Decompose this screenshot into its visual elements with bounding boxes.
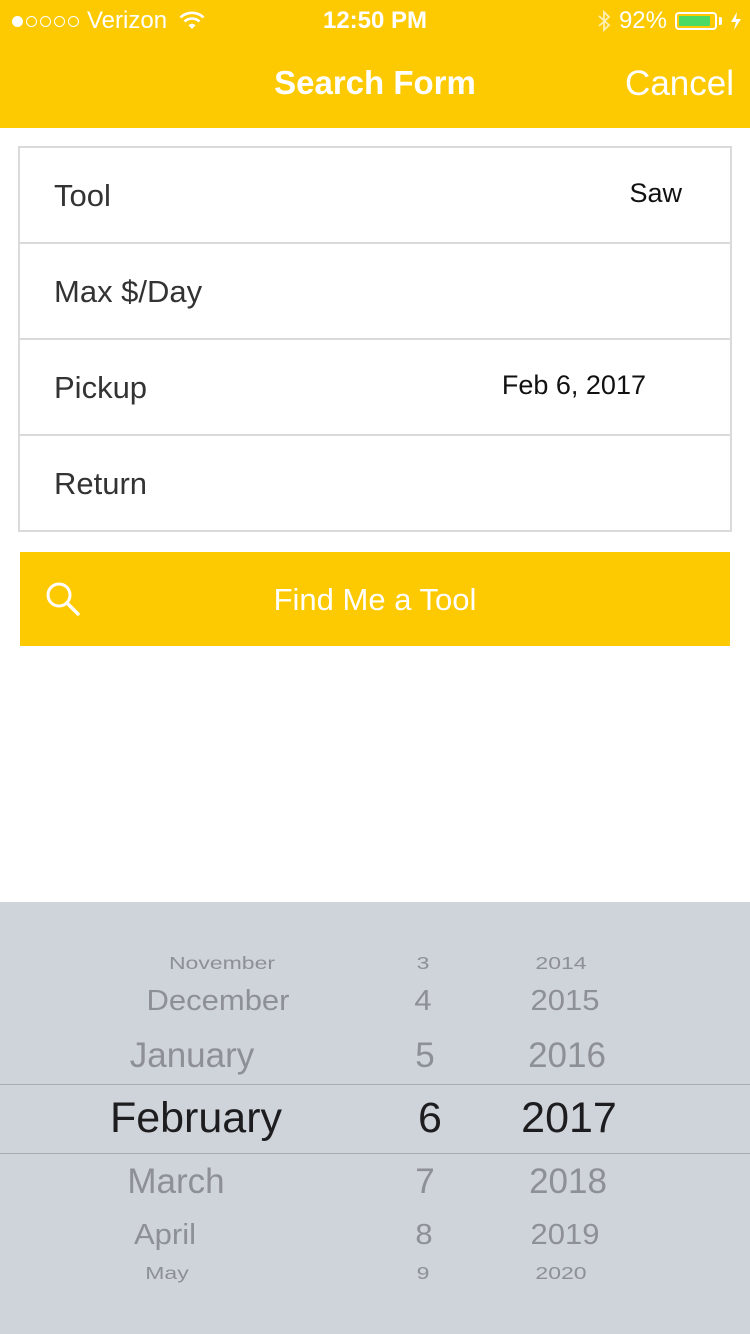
form-row-return[interactable]: Return bbox=[20, 436, 730, 532]
picker-year-item[interactable]: 2015 bbox=[531, 985, 600, 1018]
search-form: Tool Saw Max $/Day Pickup Feb 6, 2017 Re… bbox=[18, 146, 732, 532]
tool-label: Tool bbox=[54, 178, 111, 213]
battery-fill bbox=[679, 16, 710, 26]
charging-icon bbox=[731, 12, 741, 30]
battery-percent: 92% bbox=[618, 7, 667, 34]
battery-cap bbox=[719, 17, 722, 25]
max-per-day-label: Max $/Day bbox=[54, 274, 203, 309]
battery-icon bbox=[675, 12, 717, 30]
cancel-button[interactable]: Cancel bbox=[625, 64, 734, 104]
pickup-label: Pickup bbox=[54, 370, 148, 405]
status-right: 92% bbox=[597, 7, 742, 35]
picker-year-item[interactable]: 2018 bbox=[529, 1162, 607, 1202]
picker-year-column[interactable]: 2014 2015 2016 2017 2018 2019 2020 bbox=[0, 902, 750, 1334]
picker-year-item[interactable]: 2016 bbox=[528, 1036, 606, 1076]
picker-year-item[interactable]: 2019 bbox=[531, 1219, 600, 1252]
return-label: Return bbox=[54, 466, 148, 501]
picker-year-item[interactable]: 2017 bbox=[521, 1094, 617, 1143]
picker-year-item[interactable]: 2014 bbox=[535, 954, 586, 974]
bluetooth-icon bbox=[598, 10, 611, 32]
navigation-bar: Verizon 12:50 PM 92% Search Form Cancel bbox=[0, 0, 750, 128]
find-tool-button-label: Find Me a Tool bbox=[273, 582, 477, 617]
form-row-pickup[interactable]: Pickup Feb 6, 2017 bbox=[20, 340, 730, 436]
find-tool-button[interactable]: Find Me a Tool bbox=[20, 552, 730, 646]
date-picker[interactable]: November December January February March Apri… bbox=[0, 902, 750, 1334]
picker-year-item[interactable]: 2020 bbox=[535, 1264, 586, 1284]
status-bar: Verizon 12:50 PM 92% bbox=[0, 0, 750, 40]
tool-value[interactable]: Saw bbox=[629, 178, 682, 209]
form-row-max-per-day[interactable]: Max $/Day bbox=[20, 244, 730, 340]
pickup-value[interactable]: Feb 6, 2017 bbox=[502, 370, 646, 401]
form-row-tool[interactable]: Tool Saw bbox=[20, 148, 730, 244]
